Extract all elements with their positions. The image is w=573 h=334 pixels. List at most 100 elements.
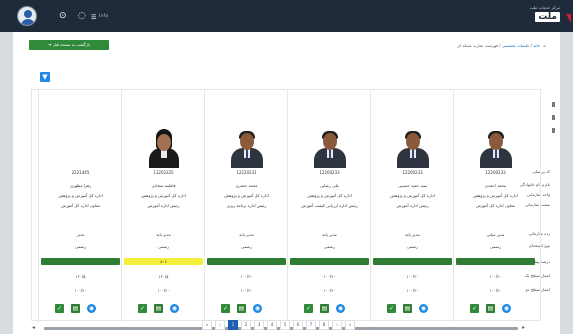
eye-icon[interactable]: ◉ [253,304,262,313]
help-icon[interactable]: ⊙ [59,11,67,21]
page-button[interactable]: ‹ [215,320,225,330]
document-icon[interactable]: ▤ [486,304,495,313]
person-type: رسمی [241,244,252,249]
person-score2: ۱۰۰/۲۰ [323,288,336,293]
document-icon[interactable]: ▤ [71,304,80,313]
person-rank: مدیر پایه [322,232,337,237]
person-rank: مدیر میانی [486,232,505,237]
progress-bar [207,258,286,265]
side-rail-icon[interactable] [552,115,555,120]
person-column: 11202325 فاطمه سجادی اداره کل آموزش و پژوه… [121,90,204,322]
progress-bar [290,258,369,265]
page-button[interactable]: 8 [319,320,329,330]
person-score1: ۱۰۰/۲۰ [406,274,419,279]
check-icon[interactable]: ✓ [387,304,396,313]
brand-logo: مرکز خدمات ملت ملت [513,5,560,22]
eye-icon[interactable]: ◉ [419,304,428,313]
progress-bar [456,258,535,265]
breadcrumb-item-current: فهرست تجارب شبکه ای [457,43,498,48]
menu-icon[interactable]: ☰ [91,13,96,23]
home-icon[interactable]: ⌂ [543,43,546,48]
filter-icon: ▼ [42,73,48,81]
document-icon[interactable]: ▤ [320,304,329,313]
side-rail-icon[interactable] [552,102,555,107]
page-button[interactable]: 3 [254,320,264,330]
person-id: 12220231 [236,170,257,175]
person-id: 12200233 [402,170,423,175]
check-icon[interactable]: ✓ [221,304,230,313]
side-rail-icon[interactable] [552,128,555,133]
progress-bar [41,258,120,265]
person-score2: ۱۰۰/۲۰ [489,288,502,293]
filter-button[interactable]: ▼ [40,72,50,82]
person-type: رسمی [324,244,335,249]
page-button[interactable]: » [345,320,355,330]
scroll-right-icon[interactable]: ▸ [522,324,525,331]
main-panel: ⌂ خانه / جلسات تخصصی / فهرست تجارب شبکه … [13,32,560,334]
eye-icon[interactable]: ◉ [87,304,96,313]
person-score2: ۱۰۰/۲۰ [157,288,170,293]
check-icon[interactable]: ✓ [55,304,64,313]
person-position: رئیس اداره برنامه ریزی [226,203,267,208]
person-unit: اداره کل آموزش و پژوهش [224,193,269,198]
page-button[interactable]: 1 [228,320,238,330]
page-button[interactable]: 6 [293,320,303,330]
person-name: علی رضایی [319,183,340,188]
person-position: رئیس اداره آموزش [147,203,180,208]
person-column: 12220231 محمد جعفری اداره کل آموزش و پژوهش… [204,90,287,322]
check-icon[interactable]: ✓ [138,304,147,313]
page-button[interactable]: › [332,320,342,330]
top-bar: ⊙ ◌ ☰ Info مرکز خدمات ملت ملت [0,0,573,32]
brand-mark-icon [566,14,571,23]
person-id: 2221445 [71,170,90,175]
row-actions: ✓ ▤ ◉ [221,304,272,313]
person-rank: مدیر پایه [239,232,254,237]
back-button[interactable]: ➜ بازگشت به صفحه قبل [29,40,109,50]
scroll-left-icon[interactable]: ◂ [32,324,35,331]
page-button[interactable]: 2 [241,320,251,330]
user-avatar[interactable] [17,6,37,26]
eye-icon[interactable]: ◉ [170,304,179,313]
breadcrumb-item-home[interactable]: خانه [533,43,540,48]
person-column: 2221445 زهرا مظهری اداره کل آموزش و پژوهش م… [38,90,121,322]
breadcrumb-item-sessions[interactable]: جلسات تخصصی [502,43,530,48]
person-score1: ۱۰۰/۲۰ [489,274,502,279]
person-position: معاون اداره کل آموزش [475,203,516,208]
headset-icon[interactable]: ◌ [78,11,86,21]
side-rail [552,102,560,141]
person-rank: مدیر پایه [156,232,171,237]
person-position: رئیس اداره آموزش [396,203,429,208]
person-name: محمد جعفری [235,183,258,188]
row-actions: ✓ ▤ ◉ [138,304,189,313]
check-icon[interactable]: ✓ [304,304,313,313]
back-arrow-icon: ➜ [48,42,52,47]
person-unit: اداره کل آموزش و پژوهش [141,193,186,198]
row-actions: ✓ ▤ ◉ [304,304,355,313]
eye-icon[interactable]: ◉ [502,304,511,313]
eye-icon[interactable]: ◉ [336,304,345,313]
person-rank: مدیر پایه [405,232,420,237]
progress-bar [373,258,452,265]
back-button-label: بازگشت به صفحه قبل [52,42,90,47]
check-icon[interactable]: ✓ [470,304,479,313]
person-id: 12200233 [319,170,340,175]
document-icon[interactable]: ▤ [154,304,163,313]
person-type: رسمی [407,244,418,249]
page-button[interactable]: 7 [306,320,316,330]
row-actions: ✓ ▤ ◉ [55,304,106,313]
person-unit: اداره کل آموزش و پژوهش [58,193,103,198]
topbar-text: Info [99,13,109,18]
page-button[interactable]: 4 [267,320,277,330]
page-button[interactable]: « [202,320,212,330]
page-button[interactable]: 5 [280,320,290,330]
person-name: فاطمه سجادی [151,183,176,188]
person-column: 12200233 سید حمید حسینی اداره کل آموزش و پ… [370,90,453,322]
person-type: رسمی [75,244,86,249]
person-column: 12200233 علی رضایی اداره کل آموزش و پژوهش ر… [287,90,370,322]
person-position: معاون اداره کل آموزش [60,203,101,208]
document-icon[interactable]: ▤ [403,304,412,313]
brand-wordmark: ملت [535,12,560,22]
document-icon[interactable]: ▤ [237,304,246,313]
person-score1: ۱۰۰/۳۰ [240,274,253,279]
person-type: رسمی [490,244,501,249]
